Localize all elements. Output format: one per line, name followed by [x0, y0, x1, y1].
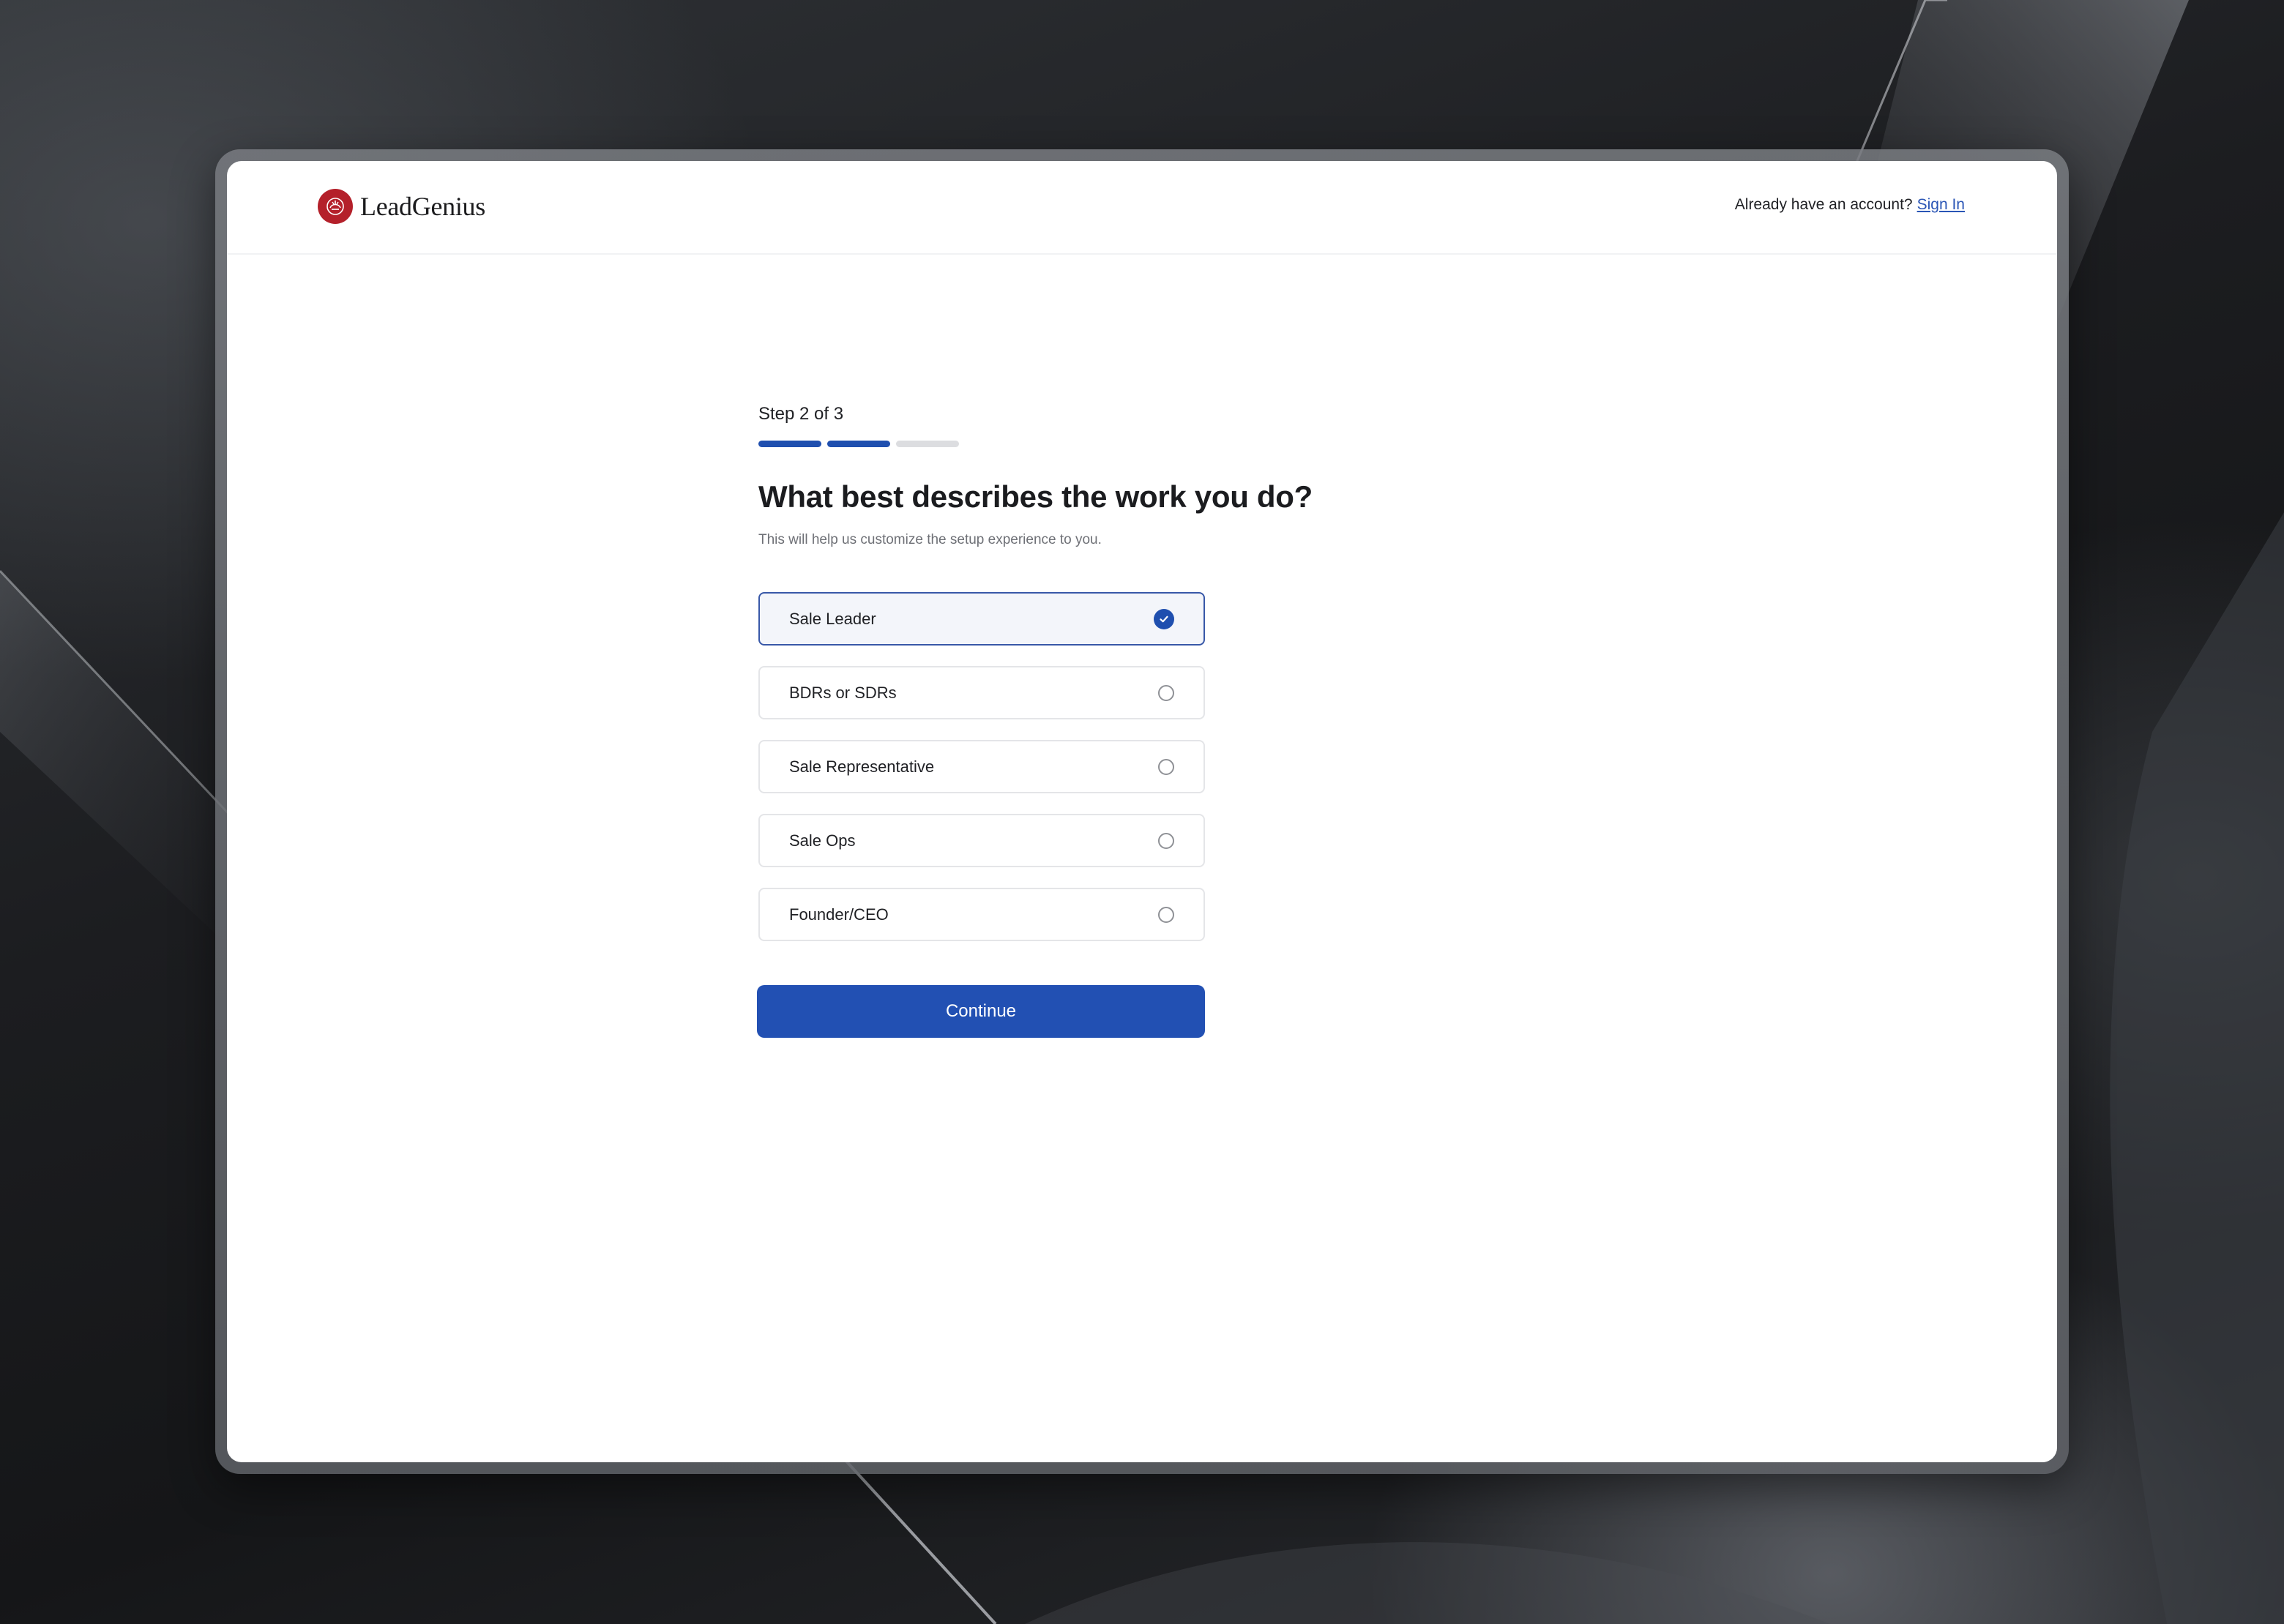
role-option-sale-leader[interactable]: Sale Leader [758, 592, 1205, 646]
radio-circle-icon[interactable] [1158, 758, 1174, 775]
option-label: Sale Ops [789, 831, 856, 850]
page-subtitle: This will help us customize the setup ex… [758, 532, 1102, 547]
top-header: LeadGenius Already have an account? Sign … [227, 161, 2057, 255]
device-frame: LeadGenius Already have an account? Sign … [215, 149, 2069, 1474]
radio-circle-icon[interactable] [1158, 684, 1174, 701]
check-circle-icon[interactable] [1154, 608, 1174, 629]
step-indicator-label: Step 2 of 3 [758, 404, 844, 424]
role-options: Sale Leader BDRs or SDRs Sale Representa… [758, 592, 1205, 941]
progress-segment-3 [896, 441, 959, 447]
signin-link[interactable]: Sign In [1917, 196, 1965, 213]
option-label: Sale Leader [789, 609, 876, 628]
radio-circle-icon[interactable] [1158, 906, 1174, 923]
progress-segment-1 [758, 441, 821, 447]
radio-circle-icon[interactable] [1158, 832, 1174, 849]
option-label: Sale Representative [789, 757, 935, 776]
signin-prompt: Already have an account? Sign In [1735, 196, 1965, 214]
step-progress-bar [758, 441, 1341, 447]
role-option-bdrs-or-sdrs[interactable]: BDRs or SDRs [758, 666, 1205, 719]
progress-segment-2 [827, 441, 890, 447]
onboarding-form: Step 2 of 3 What best describes the work… [755, 404, 1341, 1038]
continue-button[interactable]: Continue [757, 985, 1205, 1038]
role-option-sale-ops[interactable]: Sale Ops [758, 814, 1205, 867]
app-window: LeadGenius Already have an account? Sign … [227, 161, 2057, 1462]
brand-logo[interactable]: LeadGenius [318, 189, 485, 224]
option-label: BDRs or SDRs [789, 683, 897, 702]
role-option-founder-ceo[interactable]: Founder/CEO [758, 888, 1205, 941]
brand-name: LeadGenius [360, 192, 485, 221]
role-option-sale-representative[interactable]: Sale Representative [758, 740, 1205, 793]
option-label: Founder/CEO [789, 905, 889, 924]
leadgenius-logo-icon [318, 189, 353, 224]
account-prompt-text: Already have an account? [1734, 196, 1913, 213]
page-title: What best describes the work you do? [758, 479, 1313, 514]
